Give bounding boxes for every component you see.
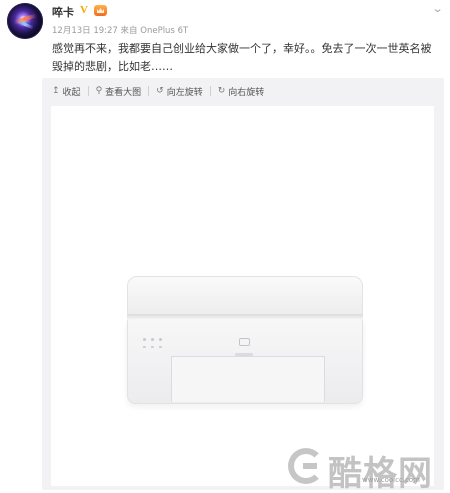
printer-lid <box>127 276 363 316</box>
toolbar-divider <box>209 86 211 96</box>
post-time[interactable]: 19:27 <box>93 26 118 36</box>
avatar[interactable] <box>7 3 43 39</box>
post-date[interactable]: 12月13日 <box>52 26 91 36</box>
media-panel: ↥ 收起 ⚲ 查看大图 ↺ 向左旋转 ↻ 向右旋转 <box>42 78 444 490</box>
post-image[interactable] <box>51 106 434 486</box>
source-device[interactable]: OnePlus 6T <box>140 26 188 36</box>
rotate-left-icon: ↺ <box>156 86 164 96</box>
weibo-post: 啐卡 V ⌄ 12月13日 19:27 来自 OnePlus 6T 感觉再不来，… <box>0 0 450 493</box>
source-prefix: 来自 <box>120 26 138 36</box>
magnify-icon: ⚲ <box>95 86 103 96</box>
printer-paper-tray <box>171 356 325 402</box>
post-meta: 12月13日 19:27 来自 OnePlus 6T <box>52 24 188 36</box>
username-link[interactable]: 啐卡 <box>52 4 74 20</box>
rotate-right-icon: ↻ <box>217 86 226 96</box>
printer-indicator-lights <box>143 338 162 341</box>
verified-badge-icon[interactable]: V <box>80 4 88 16</box>
member-crown-icon[interactable] <box>94 5 107 16</box>
rotate-right-label: 向右旋转 <box>228 87 265 98</box>
rotate-right-button[interactable]: ↻ 向右旋转 <box>218 85 265 98</box>
collapse-label: 收起 <box>62 87 81 98</box>
printer-indicator-marks <box>143 346 162 348</box>
arrow-up-icon: ↥ <box>52 86 60 96</box>
post-text: 感觉再不来，我都要自己创业给大家做一个了，幸好。。免去了一次一世英名被毁掉的悲剧… <box>52 42 432 73</box>
toolbar-divider <box>148 86 150 96</box>
media-toolbar: ↥ 收起 ⚲ 查看大图 ↺ 向左旋转 ↻ 向右旋转 <box>42 78 444 104</box>
view-large-label: 查看大图 <box>105 87 142 98</box>
view-large-button[interactable]: ⚲ 查看大图 <box>96 85 142 98</box>
rotate-left-label: 向左旋转 <box>166 87 203 98</box>
chevron-down-icon[interactable]: ⌄ <box>431 2 443 15</box>
rotate-left-button[interactable]: ↺ 向左旋转 <box>156 85 203 98</box>
printer-image <box>123 276 367 406</box>
toolbar-divider <box>87 86 89 96</box>
collapse-button[interactable]: ↥ 收起 <box>52 85 81 98</box>
printer-logo-icon <box>239 338 250 346</box>
